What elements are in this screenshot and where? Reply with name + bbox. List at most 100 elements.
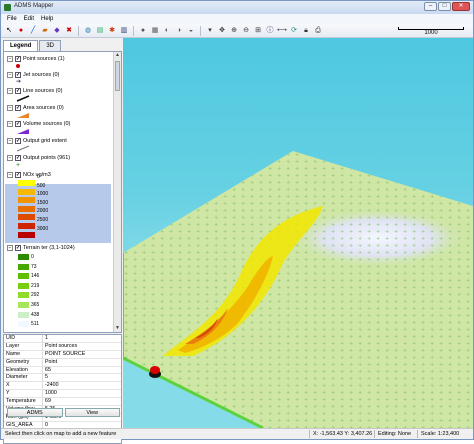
property-key: UID xyxy=(4,335,43,342)
close-button[interactable]: ✕ xyxy=(452,2,470,11)
terrain-legend-swatch xyxy=(18,282,29,289)
layer-terrain[interactable]: − ✓ Terrain ter (3,1-1024) xyxy=(7,243,112,252)
add-point-icon[interactable]: ● xyxy=(16,26,26,36)
property-value[interactable]: Point xyxy=(43,359,57,366)
property-key: Layer xyxy=(4,342,43,350)
circle-tool-icon[interactable]: ● xyxy=(138,26,148,36)
property-key: Name xyxy=(4,350,43,358)
refresh-icon[interactable]: ⟳ xyxy=(289,26,299,36)
scroll-thumb[interactable] xyxy=(115,61,120,91)
terrain-scene[interactable]: + xyxy=(123,38,473,428)
menu-file[interactable]: File xyxy=(7,14,17,24)
menu-edit[interactable]: Edit xyxy=(24,14,34,24)
layer-checkbox[interactable]: ✓ xyxy=(15,55,21,62)
chart-icon[interactable]: ▥ xyxy=(119,26,129,36)
globe-icon[interactable]: ◍ xyxy=(83,26,93,36)
property-row[interactable]: Layer Point sources xyxy=(4,342,121,351)
menu-bar: File Edit Help xyxy=(1,14,473,24)
tool-icon[interactable]: ◒ xyxy=(186,26,196,36)
lock-icon[interactable]: 🔒︎ xyxy=(301,26,311,36)
grid-tool-icon[interactable]: ▦ xyxy=(150,26,160,36)
property-value[interactable]: POINT SOURCE xyxy=(43,351,85,358)
property-row[interactable]: Y 1000 xyxy=(4,390,121,399)
terrain-legend-label: 365 xyxy=(31,302,40,308)
add-volume-icon[interactable]: ◆ xyxy=(52,26,62,36)
dropdown-icon[interactable]: ▾ xyxy=(205,26,215,36)
add-line-icon[interactable]: ╱ xyxy=(28,26,38,36)
property-key: Temperature xyxy=(4,398,43,406)
terrain-legend-swatch xyxy=(18,254,29,260)
tab-3d[interactable]: 3D xyxy=(39,40,62,51)
terrain-legend-label: 292 xyxy=(31,292,40,299)
zoom-extent-icon[interactable]: ⊞ xyxy=(253,26,263,36)
grid-extent-symbol-icon xyxy=(16,145,30,152)
layers-icon[interactable]: ▤ xyxy=(95,26,105,36)
status-hint: Select then click on map to add a new fe… xyxy=(5,431,117,437)
terrain-legend-swatch xyxy=(18,321,29,328)
nox-legend-swatch xyxy=(18,223,35,229)
zoom-out-icon[interactable]: ⊖ xyxy=(241,26,251,36)
property-value[interactable]: Point sources xyxy=(43,343,77,350)
property-value[interactable]: 69 xyxy=(43,398,51,405)
adms-button[interactable]: ADMS xyxy=(7,408,63,417)
maximize-button[interactable]: □ xyxy=(438,2,451,11)
terrain-legend-label: 73 xyxy=(31,263,37,270)
property-row[interactable]: Geometry Point xyxy=(4,358,121,367)
status-editing: Editing: None xyxy=(378,431,412,437)
layer-output-points[interactable]: − ✓ Output points (961) xyxy=(7,153,112,162)
tool-icon[interactable]: ◐ xyxy=(162,26,172,36)
layer-point-sources[interactable]: − ✓ Point sources (1) xyxy=(7,54,112,63)
terrain-legend-swatch xyxy=(18,311,29,318)
tool-icon[interactable]: ◑ xyxy=(174,26,184,36)
nox-legend-swatch xyxy=(18,188,35,195)
volume-source-symbol-icon xyxy=(17,129,29,134)
nox-legend-label: 2500 xyxy=(37,217,49,223)
layer-line-sources[interactable]: − ✓ Line sources (0) xyxy=(7,86,112,95)
property-value[interactable]: 65 xyxy=(43,367,51,374)
terrain-legend-label: 438 xyxy=(31,311,40,318)
property-value[interactable]: 1000 xyxy=(43,390,57,397)
layer-area-sources[interactable]: − ✓ Area sources (0) xyxy=(7,103,112,112)
zoom-in-icon[interactable]: ⊕ xyxy=(229,26,239,36)
add-area-icon[interactable]: ▰ xyxy=(40,26,50,36)
legend-tree: − ✓ Point sources (1) − ✓ Jet sources (0) … xyxy=(3,51,122,333)
scroll-up-icon[interactable]: ▲ xyxy=(114,52,121,59)
property-row[interactable]: Diameter 5 xyxy=(4,374,121,383)
pan-icon[interactable]: ✥ xyxy=(217,26,227,36)
pointer-tool-icon[interactable]: ↖ xyxy=(4,26,14,36)
toolbar: ↖ ● ╱ ▰ ◆ ✖ ◍ ▤ ✱ ▥ ● ▦ ◐ ◑ ◒ ▾ ✥ ⊕ ⊖ ⊞ … xyxy=(1,24,473,38)
layer-jet-sources[interactable]: − ✓ Jet sources (0) xyxy=(7,70,112,79)
view-button[interactable]: View xyxy=(64,408,120,417)
legend-scrollbar[interactable]: ▲ ▼ xyxy=(113,52,121,332)
property-key: Diameter xyxy=(4,374,43,382)
run-icon[interactable]: ✱ xyxy=(107,26,117,36)
property-row[interactable]: Name POINT SOURCE xyxy=(4,350,121,359)
scroll-down-icon[interactable]: ▼ xyxy=(114,325,121,332)
property-row[interactable]: UID 1 xyxy=(4,335,121,343)
menu-help[interactable]: Help xyxy=(41,14,53,24)
window-title: ADMS Mapper xyxy=(14,3,54,9)
property-value[interactable]: 1 xyxy=(43,335,48,342)
identify-icon[interactable]: ⓘ xyxy=(265,26,275,36)
nox-legend-swatch xyxy=(18,197,35,204)
layer-nox[interactable]: − ✓ NOx ug/m3 xyxy=(7,170,112,179)
app-icon xyxy=(4,4,11,11)
print-icon[interactable]: ⎙ xyxy=(313,26,323,36)
terrain-legend-swatch xyxy=(18,273,29,280)
property-value[interactable]: 5 xyxy=(43,374,48,381)
minimize-button[interactable]: – xyxy=(424,2,437,11)
scale-bar: 1000 xyxy=(392,25,470,37)
measure-icon[interactable]: ⟷ xyxy=(277,26,287,36)
layer-output-grid-extent[interactable]: − ✓ Output grid extent xyxy=(7,136,112,145)
property-row[interactable]: Temperature 69 xyxy=(4,398,121,407)
layer-volume-sources[interactable]: − ✓ Volume sources (0) xyxy=(7,119,112,128)
property-key: Y xyxy=(4,390,43,398)
delete-feature-icon[interactable]: ✖ xyxy=(64,26,74,36)
map-3d-view[interactable]: + xyxy=(123,38,473,428)
point-source-symbol-icon xyxy=(16,64,20,68)
app-window: ADMS Mapper – □ ✕ File Edit Help ↖ ● ╱ ▰… xyxy=(0,0,474,444)
nox-legend-label: 1000 xyxy=(37,191,49,198)
property-row[interactable]: X -2400 xyxy=(4,382,121,391)
property-row[interactable]: Elevation 65 xyxy=(4,366,121,375)
property-value[interactable]: -2400 xyxy=(43,382,59,389)
